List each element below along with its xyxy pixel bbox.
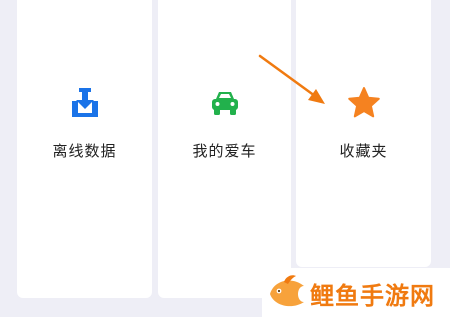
tile-label: 离线数据 xyxy=(52,142,117,160)
tile-label: 我的爱车 xyxy=(192,142,257,160)
favorites-tile[interactable]: 收藏夹 xyxy=(296,0,431,267)
watermark: 鲤鱼手游网 xyxy=(262,268,450,317)
car-icon xyxy=(208,86,242,120)
offline-data-tile[interactable]: 离线数据 xyxy=(17,0,152,298)
download-box-icon xyxy=(68,86,102,120)
star-icon xyxy=(347,86,381,120)
tile-label: 收藏夹 xyxy=(339,142,388,160)
fish-logo-icon xyxy=(266,272,310,312)
watermark-text: 鲤鱼手游网 xyxy=(310,282,435,310)
my-car-tile[interactable]: 我的爱车 xyxy=(158,0,291,298)
